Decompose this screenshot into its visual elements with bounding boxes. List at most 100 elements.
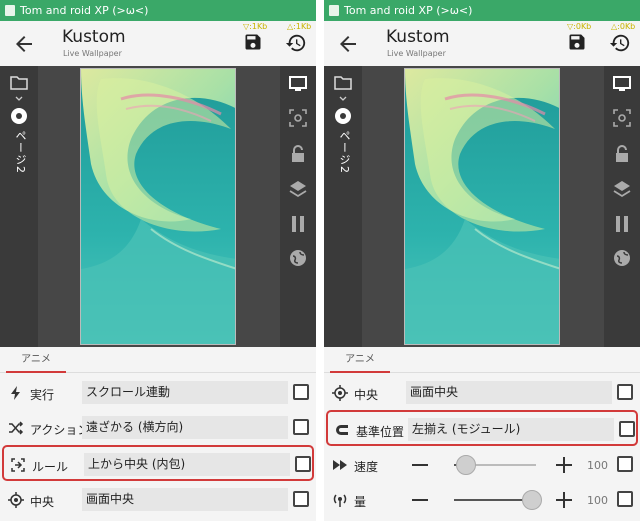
status-bar: Tom and roid XP (>ω<): [324, 0, 640, 21]
app-subtitle: Live Wallpaper: [63, 49, 122, 58]
row-trigger[interactable]: 実行 スクロール連動: [0, 375, 316, 410]
editor-area: ページ2: [324, 66, 640, 347]
slider-thumb[interactable]: [521, 490, 542, 510]
app-notification-icon: [5, 5, 15, 16]
row-checkbox[interactable]: [295, 456, 311, 472]
lock-icon[interactable]: [288, 144, 308, 164]
app-title: Kustom: [62, 27, 126, 47]
rule-icon: [11, 458, 25, 472]
row-value[interactable]: 画面中央: [82, 488, 288, 511]
increase-button-vertical: [563, 492, 565, 508]
app-notification-icon: [329, 5, 339, 16]
row-value[interactable]: 遠ざかる (横方向): [82, 416, 288, 439]
row-action[interactable]: アクション 遠ざかる (横方向): [0, 410, 316, 445]
app-title: Kustom: [386, 27, 450, 47]
size-up-indicator: △:1Kb: [287, 22, 312, 31]
page-indicator-icon[interactable]: [11, 108, 27, 124]
row-value[interactable]: 画面中央: [406, 381, 612, 404]
signal-icon: [333, 494, 347, 507]
folder-icon[interactable]: [10, 76, 28, 90]
row-center[interactable]: 中央 画面中央: [324, 375, 640, 410]
pause-icon[interactable]: [612, 214, 632, 234]
row-label: 基準位置: [356, 425, 405, 439]
row-checkbox[interactable]: [617, 491, 633, 507]
monitor-icon[interactable]: [612, 74, 632, 94]
tab-animation[interactable]: アニメ: [330, 347, 390, 373]
status-bar: Tom and roid XP (>ω<): [0, 0, 316, 21]
row-checkbox[interactable]: [293, 419, 309, 435]
shuffle-icon: [9, 421, 24, 435]
row-label: 実行: [30, 388, 55, 402]
row-amount[interactable]: 量 100: [324, 482, 640, 517]
lock-icon[interactable]: [612, 144, 632, 164]
tab-animation[interactable]: アニメ: [6, 347, 66, 373]
row-label: 量: [354, 495, 367, 509]
tab-bar: アニメ: [0, 347, 316, 373]
right-screenshot: Tom and roid XP (>ω<) Kustom Live Wallpa…: [324, 0, 640, 521]
layers-icon[interactable]: [612, 179, 632, 199]
tab-bar: アニメ: [324, 347, 640, 373]
wallpaper-preview: [80, 68, 236, 345]
decrease-button[interactable]: [412, 499, 428, 501]
row-checkbox[interactable]: [619, 421, 635, 437]
page-label: ページ2: [14, 130, 27, 174]
magnet-icon: [336, 425, 348, 435]
fast-forward-icon: [333, 460, 347, 470]
row-checkbox[interactable]: [293, 491, 309, 507]
decrease-button[interactable]: [412, 464, 428, 466]
back-arrow-icon[interactable]: [336, 32, 360, 56]
slider-fill: [454, 499, 532, 501]
monitor-icon[interactable]: [288, 74, 308, 94]
layers-icon[interactable]: [288, 179, 308, 199]
left-sidebar: ページ2: [0, 66, 38, 347]
focus-icon[interactable]: [612, 108, 632, 128]
crosshair-icon: [8, 492, 24, 508]
size-down-indicator: ▽:0Kb: [567, 22, 592, 31]
app-bar: Kustom Live Wallpaper ▽:0Kb △:0Kb: [324, 21, 640, 66]
status-title: Tom and roid XP (>ω<): [20, 4, 149, 17]
size-down-indicator: ▽:1Kb: [243, 22, 268, 31]
row-center[interactable]: 中央 画面中央: [0, 482, 316, 517]
row-checkbox[interactable]: [617, 384, 633, 400]
wallpaper-image: [405, 69, 559, 344]
back-arrow-icon[interactable]: [12, 32, 36, 56]
wallpaper-image: [81, 69, 235, 344]
folder-icon[interactable]: [334, 76, 352, 90]
status-title: Tom and roid XP (>ω<): [344, 4, 473, 17]
row-rule-highlighted[interactable]: ルール 上から中央 (内包): [2, 445, 314, 481]
slider-value: 100: [587, 494, 608, 507]
row-speed[interactable]: 速度 100: [324, 447, 640, 482]
chevron-down-icon[interactable]: [15, 96, 23, 102]
wallpaper-preview: [404, 68, 560, 345]
chevron-down-icon[interactable]: [339, 96, 347, 102]
page-label: ページ2: [338, 130, 351, 174]
editor-area: ページ2: [0, 66, 316, 347]
row-value[interactable]: スクロール連動: [82, 381, 288, 404]
right-toolbar: [280, 66, 316, 347]
right-toolbar: [604, 66, 640, 347]
focus-icon[interactable]: [288, 108, 308, 128]
row-checkbox[interactable]: [293, 384, 309, 400]
increase-button-vertical: [563, 457, 565, 473]
page-indicator-icon[interactable]: [335, 108, 351, 124]
globe-icon[interactable]: [612, 248, 632, 268]
pause-icon[interactable]: [288, 214, 308, 234]
size-up-indicator: △:0Kb: [611, 22, 636, 31]
lightning-icon: [11, 386, 20, 400]
row-value[interactable]: 左揃え (モジュール): [408, 418, 614, 441]
globe-icon[interactable]: [288, 248, 308, 268]
save-icon[interactable]: [243, 32, 263, 52]
left-screenshot: Tom and roid XP (>ω<) Kustom Live Wallpa…: [0, 0, 316, 521]
row-anchor-highlighted[interactable]: 基準位置 左揃え (モジュール): [326, 410, 638, 446]
row-label: 中央: [354, 388, 379, 402]
app-bar: Kustom Live Wallpaper ▽:1Kb △:1Kb: [0, 21, 316, 66]
save-icon[interactable]: [567, 32, 587, 52]
slider-thumb[interactable]: [456, 455, 477, 475]
slider-value: 100: [587, 459, 608, 472]
row-checkbox[interactable]: [617, 456, 633, 472]
history-icon[interactable]: [609, 32, 631, 54]
left-sidebar: ページ2: [324, 66, 362, 347]
row-value[interactable]: 上から中央 (内包): [84, 453, 290, 476]
history-icon[interactable]: [285, 32, 307, 54]
row-label: ルール: [32, 460, 69, 474]
